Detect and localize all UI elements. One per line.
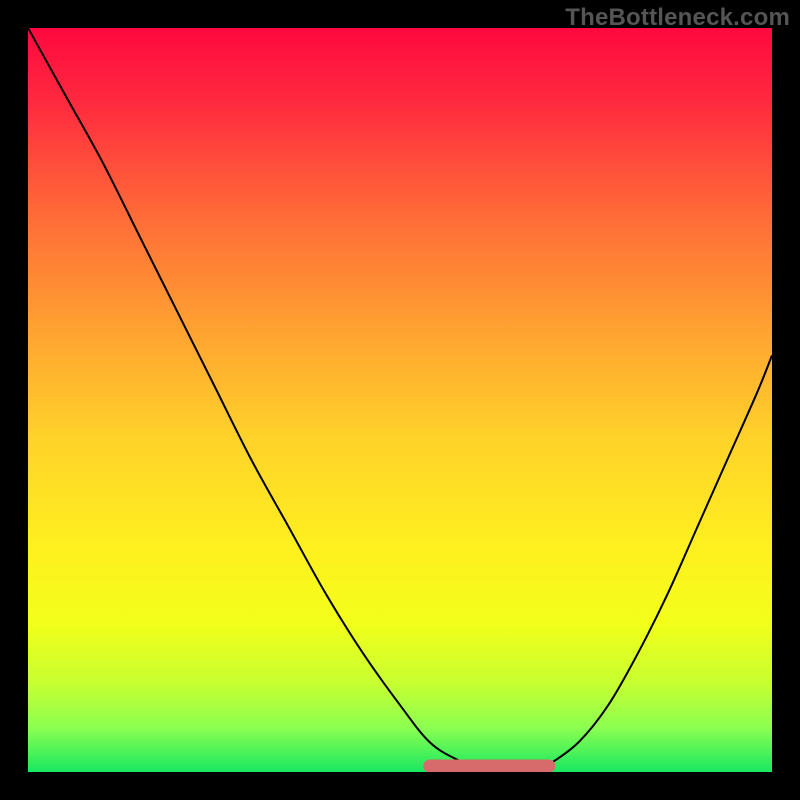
chart-svg [28, 28, 772, 772]
plot-area [28, 28, 772, 772]
gradient-background [28, 28, 772, 772]
chart-frame: TheBottleneck.com [0, 0, 800, 800]
